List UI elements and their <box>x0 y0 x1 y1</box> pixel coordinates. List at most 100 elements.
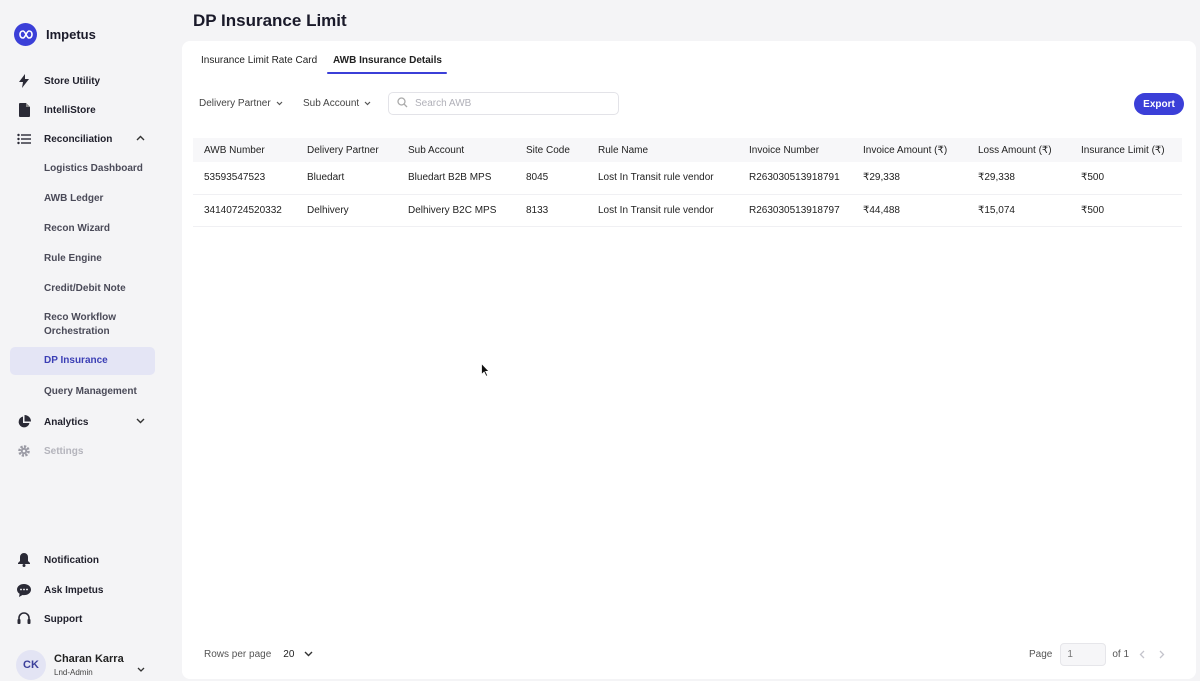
active-tab-indicator <box>327 72 447 74</box>
avatar: CK <box>16 650 46 680</box>
sidebar-item-label: Analytics <box>44 416 89 428</box>
cell-loss-amount: ₹29,338 <box>967 162 1070 195</box>
table-row[interactable]: 53593547523 Bluedart Bluedart B2B MPS 80… <box>193 162 1182 195</box>
cell-sub-account: Bluedart B2B MPS <box>397 162 515 195</box>
export-button[interactable]: Export <box>1134 93 1184 115</box>
chat-icon <box>16 582 32 598</box>
sidebar-item-ask-impetus[interactable]: Ask Impetus <box>10 576 155 604</box>
sidebar-item-store-utility[interactable]: Store Utility <box>10 67 155 95</box>
cell-invoice-number: R263030513918791 <box>738 162 852 195</box>
filter-label: Delivery Partner <box>199 98 271 109</box>
awb-insurance-table: AWB Number Delivery Partner Sub Account … <box>193 138 1182 227</box>
cell-invoice-amount: ₹44,488 <box>852 194 967 227</box>
sidebar-subitem-recon-wizard[interactable]: Recon Wizard <box>10 215 155 243</box>
page-number-input[interactable] <box>1060 643 1107 666</box>
column-header[interactable]: Rule Name <box>587 138 738 162</box>
column-header[interactable]: Insurance Limit (₹) <box>1070 138 1182 162</box>
sidebar-subitem-dp-insurance[interactable]: DP Insurance <box>10 347 155 375</box>
chevron-down-icon[interactable] <box>136 416 145 427</box>
chevron-right-icon[interactable] <box>1155 650 1169 659</box>
sidebar-item-intellistore[interactable]: IntelliStore <box>10 96 155 124</box>
content-card: Insurance Limit Rate Card AWB Insurance … <box>182 41 1196 679</box>
column-header[interactable]: Invoice Amount (₹) <box>852 138 967 162</box>
rows-per-page-label: Rows per page <box>204 649 272 660</box>
column-header[interactable]: AWB Number <box>193 138 296 162</box>
page-count-label: of 1 <box>1112 649 1130 660</box>
sidebar-subitem-reco-workflow[interactable]: Reco Workflow Orchestration <box>10 308 130 342</box>
sidebar-item-notification[interactable]: Notification <box>10 546 155 574</box>
column-header[interactable]: Invoice Number <box>738 138 852 162</box>
pie-chart-icon <box>16 414 32 430</box>
chevron-down-icon <box>276 98 283 109</box>
cell-delivery-partner: Delhivery <box>296 194 397 227</box>
sidebar-subitem-rule-engine[interactable]: Rule Engine <box>10 245 155 273</box>
sidebar-subitem-query-management[interactable]: Query Management <box>10 378 155 406</box>
cell-awb-number: 53593547523 <box>193 162 296 195</box>
file-icon <box>16 102 32 118</box>
sidebar-item-label: Notification <box>44 554 99 566</box>
cell-awb-number: 34140724520332 <box>193 194 296 227</box>
column-header[interactable]: Loss Amount (₹) <box>967 138 1070 162</box>
sidebar-item-label: IntelliStore <box>44 104 96 116</box>
cell-invoice-number: R263030513918797 <box>738 194 852 227</box>
sidebar-item-settings: Settings <box>10 437 155 465</box>
sidebar-subitem-credit-debit-note[interactable]: Credit/Debit Note <box>10 275 155 303</box>
sidebar: Impetus Store Utility IntelliStore Recon… <box>0 0 170 681</box>
mouse-cursor-icon <box>481 362 490 380</box>
cell-invoice-amount: ₹29,338 <box>852 162 967 195</box>
brand[interactable]: Impetus <box>14 23 96 46</box>
search-box[interactable] <box>388 92 619 115</box>
cell-delivery-partner: Bluedart <box>296 162 397 195</box>
sidebar-item-label: Settings <box>44 445 84 457</box>
column-header[interactable]: Site Code <box>515 138 587 162</box>
filter-label: Sub Account <box>303 98 360 109</box>
cell-insurance-limit: ₹500 <box>1070 162 1182 195</box>
cell-loss-amount: ₹15,074 <box>967 194 1070 227</box>
rows-per-page-value: 20 <box>283 649 295 660</box>
sidebar-subitem-awb-ledger[interactable]: AWB Ledger <box>10 185 155 213</box>
cell-sub-account: Delhivery B2C MPS <box>397 194 515 227</box>
list-icon <box>16 131 32 147</box>
chevron-down-icon[interactable] <box>137 663 145 675</box>
sidebar-item-label: Support <box>44 613 83 625</box>
sidebar-subitem-logistics-dashboard[interactable]: Logistics Dashboard <box>10 155 155 183</box>
table-header-row: AWB Number Delivery Partner Sub Account … <box>193 138 1182 162</box>
cell-rule-name: Lost In Transit rule vendor <box>587 194 738 227</box>
page-title: DP Insurance Limit <box>193 11 347 30</box>
headset-icon <box>16 611 32 627</box>
tab-insurance-limit-rate-card[interactable]: Insurance Limit Rate Card <box>201 55 317 66</box>
user-role: Lnd-Admin <box>54 668 93 677</box>
cell-site-code: 8045 <box>515 162 587 195</box>
app-name: Impetus <box>46 27 96 42</box>
column-header[interactable]: Delivery Partner <box>296 138 397 162</box>
column-header[interactable]: Sub Account <box>397 138 515 162</box>
cell-rule-name: Lost In Transit rule vendor <box>587 162 738 195</box>
sidebar-item-support[interactable]: Support <box>10 605 155 633</box>
page-label: Page <box>1029 649 1053 660</box>
sub-account-filter[interactable]: Sub Account <box>303 98 371 109</box>
tab-awb-insurance-details[interactable]: AWB Insurance Details <box>333 55 442 66</box>
impetus-logo-icon <box>14 23 37 46</box>
chevron-down-icon <box>364 98 371 109</box>
sidebar-item-label: Store Utility <box>44 75 101 87</box>
sidebar-item-label: Ask Impetus <box>44 584 104 596</box>
user-profile[interactable]: CK Charan Karra Lnd-Admin <box>16 650 124 680</box>
table-row[interactable]: 34140724520332 Delhivery Delhivery B2C M… <box>193 194 1182 227</box>
search-input[interactable] <box>415 98 605 109</box>
sidebar-item-label: Reconciliation <box>44 133 113 145</box>
pagination: Page of 1 <box>1029 643 1169 666</box>
rows-per-page: Rows per page 20 <box>204 649 313 660</box>
bolt-icon <box>16 73 32 89</box>
rows-per-page-select[interactable]: 20 <box>283 649 313 660</box>
user-name: Charan Karra <box>54 653 124 665</box>
chevron-up-icon[interactable] <box>136 133 145 144</box>
delivery-partner-filter[interactable]: Delivery Partner <box>199 98 283 109</box>
cell-site-code: 8133 <box>515 194 587 227</box>
chevron-down-icon <box>304 649 313 660</box>
sidebar-item-reconciliation[interactable]: Reconciliation <box>10 125 155 153</box>
cell-insurance-limit: ₹500 <box>1070 194 1182 227</box>
chevron-left-icon[interactable] <box>1135 650 1149 659</box>
bell-icon <box>16 552 32 568</box>
gear-icon <box>16 443 32 459</box>
sidebar-item-analytics[interactable]: Analytics <box>10 408 155 436</box>
